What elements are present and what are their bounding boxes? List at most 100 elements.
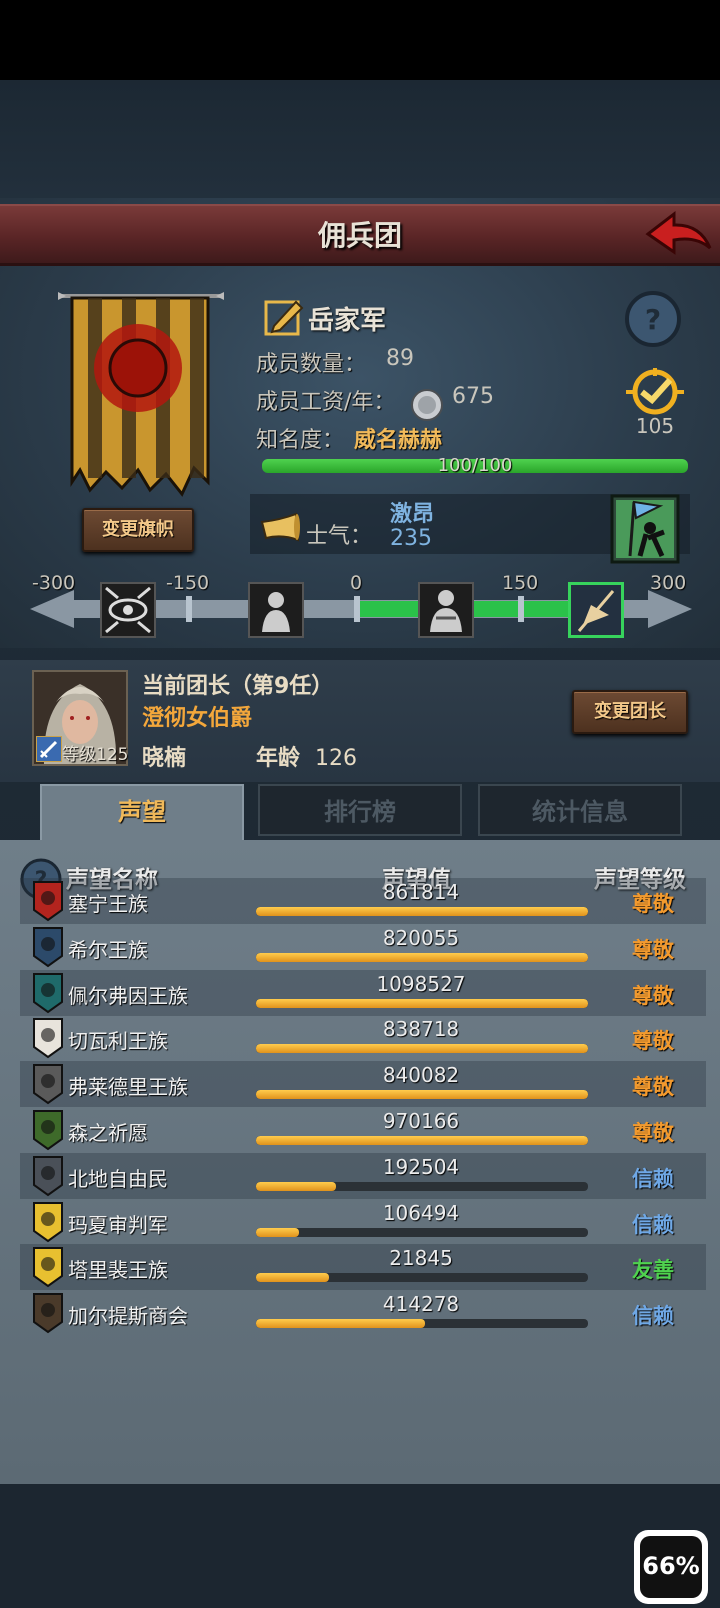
scales-icon [32, 1017, 64, 1059]
scale-tick [186, 596, 192, 622]
change-flag-button[interactable]: 变更旗帜 [82, 508, 194, 552]
blue-tower-icon [32, 926, 64, 968]
scale-tick [354, 596, 360, 622]
reputation-value: 840082 [382, 1063, 460, 1088]
top-black-bar [0, 0, 720, 80]
morale-state: 激昂 [390, 502, 435, 527]
table-row[interactable]: 切瓦利王族 838718 尊敬 [20, 1015, 706, 1061]
change-leader-button[interactable]: 变更团长 [572, 690, 688, 734]
grey-wolf-icon [32, 1063, 64, 1105]
table-row[interactable]: 希尔王族 820055 尊敬 [20, 924, 706, 970]
table-row[interactable]: 玛夏审判军 106494 信赖 [20, 1199, 706, 1245]
fame-label: 知名度： [256, 428, 345, 453]
salary-label: 成员工资/年： [256, 390, 396, 415]
reputation-name: 玛夏审判军 [68, 1212, 168, 1237]
age-value: 126 [315, 746, 358, 771]
reputation-bar-fill [256, 1273, 330, 1283]
leader-level: 等级125 [62, 745, 129, 765]
reputation-bar-fill [256, 1319, 426, 1329]
tab-statistics[interactable]: 统计信息 [478, 784, 682, 836]
fame-progress-text: 100/100 [437, 455, 513, 476]
rank-badge-icon[interactable] [626, 368, 684, 418]
tab-reputation[interactable]: 声望 [40, 784, 244, 844]
reputation-bar [256, 1319, 588, 1329]
scale-right-arrow-icon [632, 590, 692, 628]
table-row[interactable]: 塞宁王族 861814 尊敬 [20, 878, 706, 924]
reputation-bar-fill [256, 1181, 336, 1191]
reputation-bar [256, 1273, 588, 1283]
morale-excited-icon[interactable] [568, 582, 624, 638]
table-row[interactable]: 加尔提斯商会 414278 信赖 [20, 1290, 706, 1336]
leader-title: 当前团长（第9任） [142, 674, 334, 699]
reputation-level: 信赖 [632, 1212, 674, 1237]
members-label: 成员数量： [256, 352, 367, 377]
tree-icon [32, 1109, 64, 1151]
reputation-level: 尊敬 [632, 1121, 674, 1145]
reputation-name: 弗莱德里王族 [68, 1075, 188, 1100]
help-button[interactable]: ? [624, 290, 682, 348]
leader-age: 年龄 126 [256, 740, 357, 772]
reputation-name: 森之祈愿 [68, 1121, 148, 1145]
scale-label: -300 [32, 572, 76, 594]
reputation-value: 414278 [382, 1292, 460, 1317]
morale-value: 235 [390, 526, 432, 551]
morale-calm-icon[interactable] [418, 582, 474, 638]
axe-icon [32, 1155, 64, 1197]
reputation-level: 尊敬 [632, 892, 674, 916]
reputation-bar [256, 1090, 588, 1100]
reputation-level: 尊敬 [632, 983, 674, 1008]
reputation-bar [256, 1136, 588, 1145]
reputation-bar [256, 1044, 588, 1054]
legion-banner[interactable] [58, 292, 224, 498]
morale-fear-icon[interactable] [248, 582, 304, 638]
morale-label: 士气： [306, 524, 373, 549]
reputation-value: 106494 [382, 1200, 460, 1225]
battery-percent: 66% [642, 1552, 700, 1580]
reputation-bar-fill [256, 1136, 588, 1145]
level-sword-icon [35, 735, 63, 763]
morale-despair-icon[interactable] [100, 582, 156, 638]
table-row[interactable]: 北地自由民 192504 信赖 [20, 1152, 706, 1199]
reputation-value: 861814 [382, 880, 460, 904]
fame-title: 威名赫赫 [354, 428, 443, 453]
edit-name-icon[interactable] [264, 296, 304, 336]
reputation-name: 塞宁王族 [68, 892, 148, 916]
reputation-name: 北地自由民 [68, 1166, 168, 1191]
reputation-value: 820055 [382, 925, 460, 950]
silver-coin-icon [410, 388, 444, 422]
morale-flag-badge-icon[interactable] [610, 494, 680, 564]
reputation-value: 1098527 [376, 971, 466, 996]
reputation-bar [256, 952, 588, 962]
teal-moon-icon [32, 972, 64, 1014]
crown-fire-icon [32, 1246, 64, 1288]
table-row[interactable]: 塔里裴王族 21845 友善 [20, 1244, 706, 1291]
table-row[interactable]: 弗莱德里王族 840082 尊敬 [20, 1061, 706, 1108]
reputation-level: 尊敬 [632, 1075, 674, 1100]
rank-value: 105 [635, 414, 675, 438]
reputation-name: 切瓦利王族 [68, 1029, 168, 1054]
tab-leaderboard[interactable]: 排行榜 [258, 784, 462, 836]
svg-text:?: ? [645, 303, 661, 336]
scale-label: 0 [350, 572, 363, 594]
reputation-level: 尊敬 [632, 1029, 674, 1054]
back-button[interactable] [644, 208, 714, 260]
reputation-name: 希尔王族 [68, 937, 148, 962]
reputation-bar-fill [256, 998, 588, 1008]
leader-name: 澄彻女伯爵 [142, 706, 253, 731]
reputation-value: 21845 [389, 1246, 453, 1271]
back-arrow-icon [645, 210, 712, 255]
reputation-value: 838718 [382, 1017, 460, 1042]
reputation-bar-fill [256, 907, 588, 916]
reputation-bar [256, 1181, 588, 1191]
reputation-bar-fill [256, 1090, 588, 1100]
reputation-level: 信赖 [632, 1304, 674, 1329]
table-row[interactable]: 佩尔弗因王族 1098527 尊敬 [20, 969, 706, 1016]
table-row[interactable]: 森之祈愿 970166 尊敬 [20, 1107, 706, 1153]
horn-icon [260, 512, 300, 548]
bottom-band [0, 1484, 720, 1608]
red-crest-icon [32, 880, 64, 922]
age-label: 年龄 [256, 746, 301, 771]
reputation-bar-fill [256, 1227, 300, 1237]
reputation-level: 尊敬 [632, 937, 674, 962]
page-title: 佣兵团 [317, 219, 402, 252]
